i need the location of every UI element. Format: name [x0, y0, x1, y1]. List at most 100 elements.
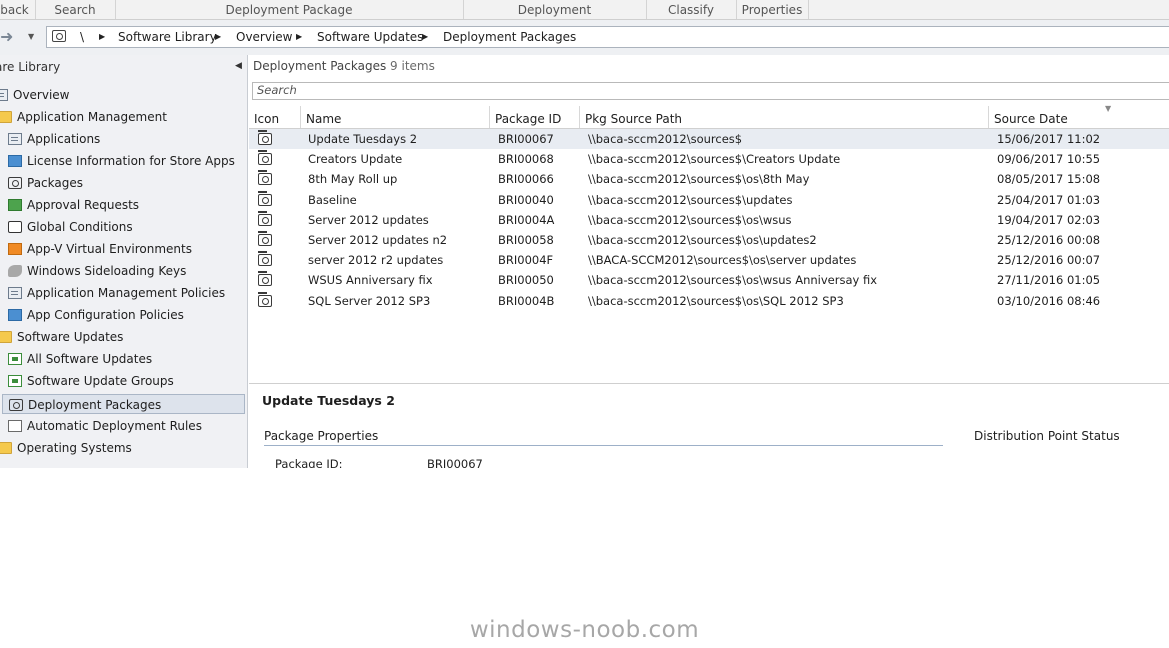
package-source-path: \\baca-sccm2012\sources$\os\SQL 2012 SP3 [588, 293, 844, 308]
table-row[interactable]: 8th May Roll up BRI00066 \\baca-sccm2012\s… [249, 169, 1169, 189]
package-icon [8, 177, 22, 189]
ribbon-group-labels: back Search Deployment Package Deploymen… [0, 0, 1169, 20]
package-source-date: 27/11/2016 01:05 [997, 273, 1101, 288]
package-source-path: \\baca-sccm2012\sources$\os\wsus Anniver… [588, 273, 877, 288]
breadcrumb-separator-icon[interactable]: ▶ [296, 32, 302, 41]
config-manager-console: back Search Deployment Package Deploymen… [0, 0, 1169, 468]
column-header-package-id[interactable]: Package ID [489, 106, 579, 128]
breadcrumb[interactable]: \ ▶ Software Library ▶ Overview ▶ Softwa… [46, 26, 1169, 48]
breadcrumb-separator-icon[interactable]: ▶ [99, 32, 105, 41]
details-title: Update Tuesdays 2 [262, 393, 395, 408]
rule-icon [8, 420, 22, 432]
column-header-name[interactable]: Name [300, 106, 489, 128]
package-id: BRI00058 [498, 232, 554, 247]
package-id: BRI00068 [498, 152, 554, 167]
breadcrumb-deployment-packages[interactable]: Deployment Packages [443, 30, 576, 44]
package-id: BRI0004B [498, 293, 555, 308]
deployment-package-icon [258, 190, 272, 206]
package-name: Server 2012 updates [308, 212, 429, 227]
table-row[interactable]: Server 2012 updates BRI0004A \\baca-sccm20… [249, 210, 1169, 230]
ribbon-group-properties[interactable]: Properties [736, 0, 809, 19]
package-source-date: 03/10/2016 08:46 [997, 293, 1101, 308]
package-properties-heading: Package Properties [264, 429, 379, 443]
package-source-date: 25/12/2016 00:07 [997, 253, 1101, 268]
table-row[interactable]: SQL Server 2012 SP3 BRI0004B \\baca-sccm20… [249, 291, 1169, 311]
search-field[interactable] [252, 82, 1169, 100]
sidebar-item-all-software-updates[interactable]: All Software Updates [8, 349, 152, 369]
navigation-bar: ➜ ▼ \ ▶ Software Library ▶ Overview ▶ So… [0, 20, 1169, 55]
ribbon-group-deployment-package[interactable]: Deployment Package [115, 0, 464, 19]
sidebar-item-approval-requests[interactable]: Approval Requests [8, 195, 139, 215]
license-icon [8, 155, 22, 167]
package-source-date: 25/04/2017 01:03 [997, 192, 1101, 207]
section-divider [264, 445, 943, 446]
key-icon [8, 265, 22, 277]
workspace-title: are Library [0, 60, 61, 74]
breadcrumb-root[interactable]: \ [80, 30, 84, 44]
ribbon-group-classify[interactable]: Classify [646, 0, 737, 19]
table-row[interactable]: server 2012 r2 updates BRI0004F \\BACA-SCC… [249, 250, 1169, 270]
history-dropdown-icon[interactable]: ▼ [28, 32, 34, 41]
package-id: BRI00050 [498, 273, 554, 288]
package-source-path: \\baca-sccm2012\sources$\os\8th May [588, 172, 810, 187]
item-count: 9 items [390, 59, 435, 73]
sidebar-item-packages[interactable]: Packages [8, 173, 83, 193]
ribbon-group-deployment[interactable]: Deployment [463, 0, 647, 19]
column-header-source-path[interactable]: Pkg Source Path [579, 106, 988, 128]
sidebar-item-deployment-packages[interactable]: Deployment Packages [2, 394, 245, 414]
sidebar-item-overview[interactable]: Overview [0, 85, 70, 105]
sidebar-item-license-information[interactable]: License Information for Store Apps [8, 151, 235, 171]
breadcrumb-separator-icon[interactable]: ▶ [215, 32, 221, 41]
table-row[interactable]: Baseline BRI00040 \\baca-sccm2012\sources$… [249, 190, 1169, 210]
table-header: Icon Name Package ID Pkg Source Path Sou… [249, 104, 1169, 129]
package-source-date: 25/12/2016 00:08 [997, 232, 1101, 247]
breadcrumb-separator-icon[interactable]: ▶ [422, 32, 428, 41]
software-update-icon [8, 353, 22, 365]
package-name: Update Tuesdays 2 [308, 132, 418, 146]
package-id: BRI0004A [498, 212, 555, 227]
page-title-text: Deployment Packages [253, 59, 387, 73]
table-row[interactable]: Server 2012 updates n2 BRI00058 \\baca-scc… [249, 230, 1169, 250]
sidebar-item-software-update-groups[interactable]: Software Update Groups [8, 371, 174, 391]
package-name: Creators Update [308, 152, 403, 167]
table-row[interactable]: Update Tuesdays 2 BRI00067 \\baca-sccm2012… [249, 129, 1169, 150]
package-source-path: \\baca-sccm2012\sources$\updates [588, 192, 793, 207]
deployment-package-icon [258, 291, 272, 307]
table-row[interactable]: Creators Update BRI00068 \\baca-sccm2012\s… [249, 149, 1169, 169]
applications-icon [8, 133, 22, 145]
sidebar-item-application-management[interactable]: Application Management [0, 107, 167, 127]
update-group-icon [8, 375, 22, 387]
deployment-package-icon [258, 170, 272, 186]
sidebar-item-app-configuration-policies[interactable]: App Configuration Policies [8, 305, 184, 325]
packages-table: Icon Name Package ID Pkg Source Path Sou… [249, 104, 1169, 311]
sidebar-item-app-management-policies[interactable]: Application Management Policies [8, 283, 225, 303]
folder-icon [0, 111, 12, 123]
sidebar-item-appv-environments[interactable]: App-V Virtual Environments [8, 239, 192, 259]
breadcrumb-software-updates[interactable]: Software Updates [317, 30, 423, 44]
forward-arrow-icon[interactable]: ➜ [0, 29, 13, 45]
sidebar-item-applications[interactable]: Applications [8, 129, 100, 149]
ribbon-group-search[interactable]: Search [35, 0, 116, 19]
folder-icon [0, 442, 12, 454]
sidebar-item-automatic-deployment-rules[interactable]: Automatic Deployment Rules [8, 416, 202, 436]
package-id: BRI00040 [498, 192, 554, 207]
search-input[interactable] [253, 83, 1057, 97]
package-name: WSUS Anniversary fix [308, 273, 433, 288]
package-source-date: 15/06/2017 11:02 [997, 132, 1101, 146]
sidebar-item-operating-systems[interactable]: Operating Systems [0, 438, 132, 458]
column-header-source-date[interactable]: Source Date [988, 106, 1169, 128]
collapse-pane-icon[interactable]: ◀ [235, 61, 242, 71]
deployment-package-icon [258, 130, 272, 145]
breadcrumb-overview[interactable]: Overview [236, 30, 293, 44]
package-id: BRI00067 [498, 132, 554, 146]
sidebar-item-global-conditions[interactable]: Global Conditions [8, 217, 133, 237]
details-pane: Update Tuesdays 2 Package Properties Dis… [249, 383, 1169, 468]
breadcrumb-software-library[interactable]: Software Library [118, 30, 217, 44]
sort-descending-icon: ▼ [1105, 104, 1112, 113]
ribbon-group-back[interactable]: back [0, 0, 36, 19]
column-header-icon[interactable]: Icon [249, 106, 300, 128]
table-row[interactable]: WSUS Anniversary fix BRI00050 \\baca-sccm2… [249, 270, 1169, 290]
sidebar-item-sideloading-keys[interactable]: Windows Sideloading Keys [8, 261, 186, 281]
sidebar-item-software-updates[interactable]: Software Updates [0, 327, 123, 347]
overview-icon [0, 89, 8, 101]
